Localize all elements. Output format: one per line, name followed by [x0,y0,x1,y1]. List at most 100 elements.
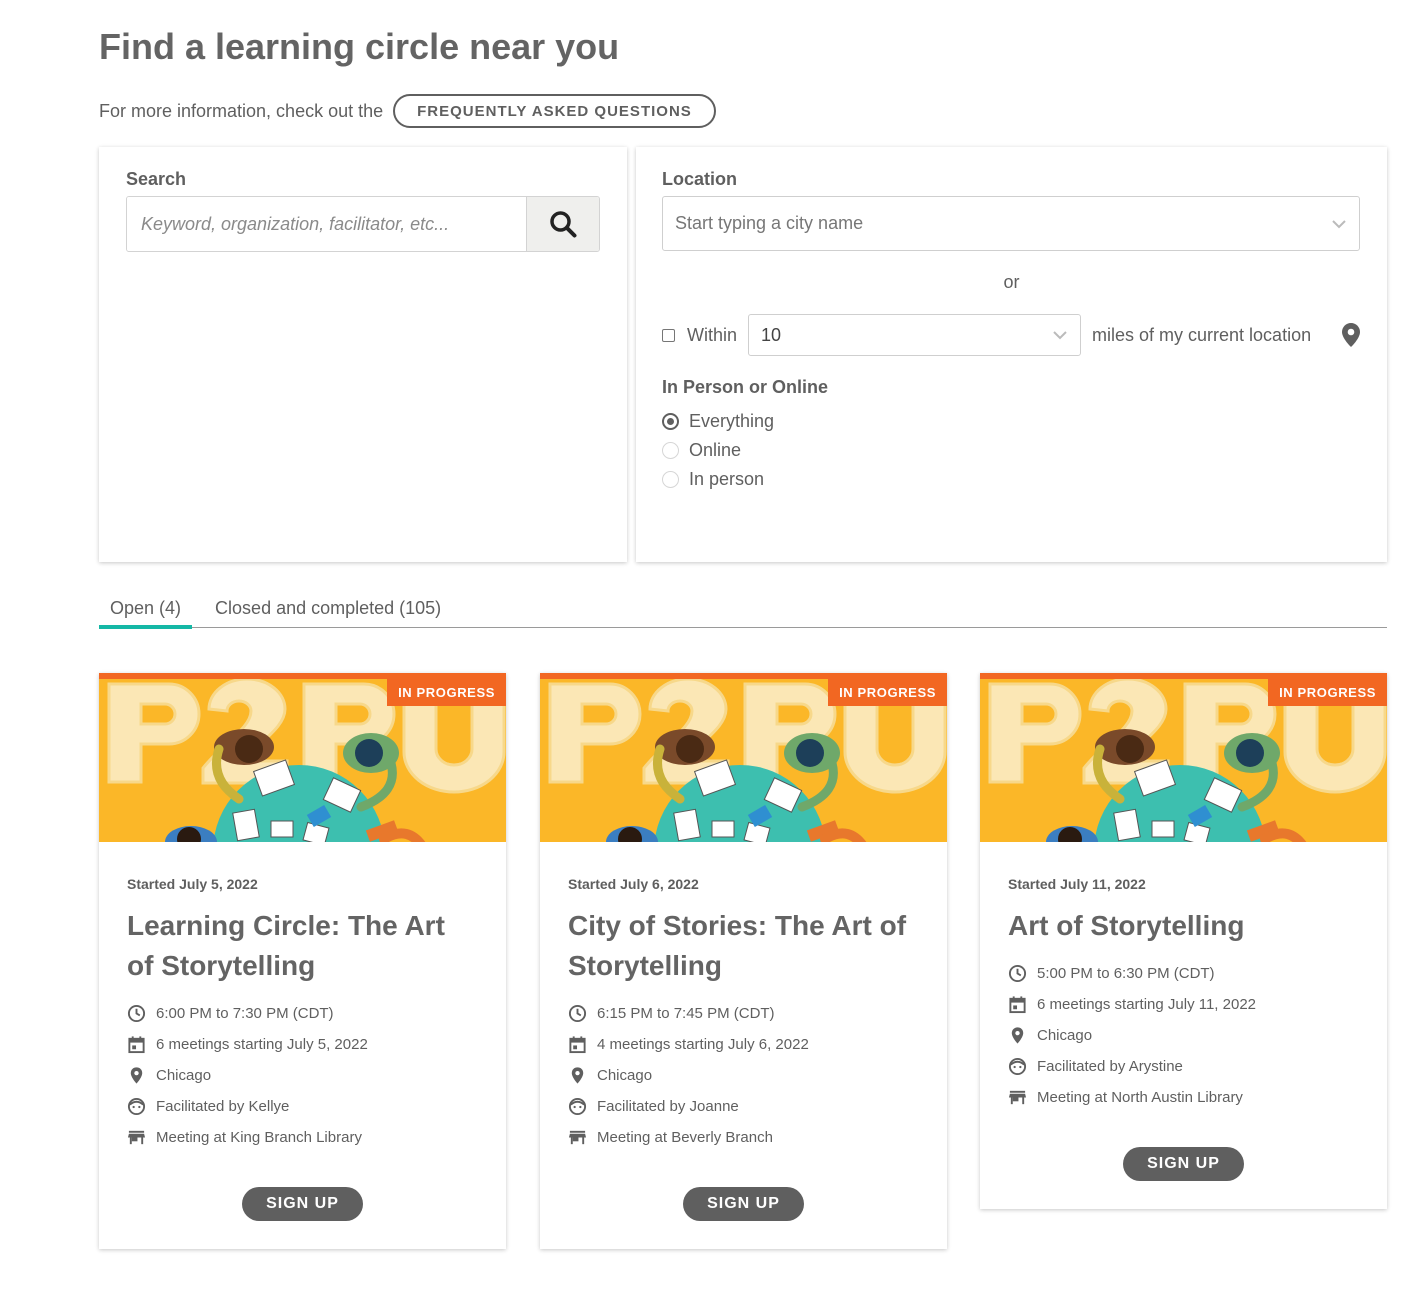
city-text: Chicago [1037,1027,1093,1044]
status-badge: IN PROGRESS [828,679,947,706]
chevron-down-icon [1053,331,1067,340]
radio-button-selected[interactable] [662,413,679,430]
start-date: Started July 5, 2022 [127,876,258,892]
face-icon [127,1097,146,1116]
page-title: Find a learning circle near you [99,26,620,67]
radio-online[interactable]: Online [662,436,774,465]
location-pin-icon [1011,1027,1024,1044]
start-date: Started July 11, 2022 [1008,876,1146,892]
facilitator-text: Facilitated by Arystine [1037,1058,1183,1075]
detail-facilitator: Facilitated by Joanne [568,1091,919,1122]
faq-button[interactable]: FREQUENTLY ASKED QUESTIONS [393,94,716,128]
search-input[interactable] [127,197,526,251]
or-separator: or [1003,272,1020,292]
card-title: Art of Storytelling [1008,910,1245,941]
search-icon [550,211,577,238]
learning-circle-card[interactable]: IN PROGRESS Started July 5, 2022 Learnin… [99,673,506,1249]
meetings-text: 6 meetings starting July 5, 2022 [156,1036,368,1053]
detail-meetings: 4 meetings starting July 6, 2022 [568,1029,919,1060]
location-panel: Location Start typing a city name or Wit… [636,147,1387,562]
store-icon [1008,1090,1027,1105]
calendar-icon [128,1036,145,1054]
clock-icon [127,1004,146,1023]
location-pin-icon[interactable] [1342,323,1360,347]
detail-facilitator: Facilitated by Kellye [127,1091,478,1122]
results-tabs: Open (4) Closed and completed (105) [99,590,1387,629]
card-title: City of Stories: The Art of Storytelling [568,910,907,981]
faq-info-row: For more information, check out the FREQ… [99,94,716,128]
radio-label: Everything [689,411,775,431]
time-text: 6:15 PM to 7:45 PM (CDT) [597,1005,775,1022]
calendar-icon [569,1036,586,1054]
calendar-icon [1009,996,1026,1014]
radio-everything[interactable]: Everything [662,407,774,436]
detail-venue: Meeting at Beverly Branch [568,1122,919,1153]
time-text: 6:00 PM to 7:30 PM (CDT) [156,1005,334,1022]
within-checkbox[interactable] [662,328,675,342]
city-select[interactable]: Start typing a city name [662,196,1360,251]
within-row: Within 10 miles of my current location [662,314,1362,356]
miles-value: 10 [761,324,782,345]
detail-venue: Meeting at King Branch Library [127,1122,478,1153]
city-placeholder: Start typing a city name [675,213,864,233]
status-badge: IN PROGRESS [1268,679,1387,706]
detail-city: Chicago [127,1060,478,1091]
card-title: Learning Circle: The Art of Storytelling [127,910,445,981]
facilitator-text: Facilitated by Kellye [156,1098,290,1115]
location-pin-icon [130,1067,143,1084]
sign-up-button[interactable]: SIGN UP [242,1187,363,1221]
tab-closed-completed[interactable]: Closed and completed (105) [204,590,452,627]
search-box [126,196,600,252]
detail-time: 6:00 PM to 7:30 PM (CDT) [127,998,478,1029]
detail-meetings: 6 meetings starting July 11, 2022 [1008,989,1359,1020]
sign-up-button[interactable]: SIGN UP [1123,1147,1244,1181]
location-pin-icon [571,1067,584,1084]
face-icon [568,1097,587,1116]
radio-label: In person [689,469,765,489]
city-text: Chicago [597,1067,653,1084]
meetings-text: 6 meetings starting July 11, 2022 [1037,996,1257,1013]
card-banner-image: IN PROGRESS [980,673,1387,842]
clock-icon [1008,964,1027,983]
learning-circle-card[interactable]: IN PROGRESS Started July 11, 2022 Art of… [980,673,1387,1209]
start-date: Started July 6, 2022 [568,876,699,892]
search-button[interactable] [526,197,599,251]
detail-city: Chicago [1008,1020,1359,1051]
clock-icon [568,1004,587,1023]
venue-text: Meeting at Beverly Branch [597,1129,773,1146]
search-panel: Search [99,147,627,562]
radio-button[interactable] [662,471,679,488]
detail-facilitator: Facilitated by Arystine [1008,1051,1359,1082]
learning-circle-card[interactable]: IN PROGRESS Started July 6, 2022 City of… [540,673,947,1249]
radio-button[interactable] [662,442,679,459]
venue-text: Meeting at King Branch Library [156,1129,362,1146]
chevron-down-icon [1332,219,1346,228]
card-banner-image: IN PROGRESS [99,673,506,842]
faq-info-text: For more information, check out the [99,100,384,121]
miles-select[interactable]: 10 [748,314,1082,356]
time-text: 5:00 PM to 6:30 PM (CDT) [1037,965,1215,982]
store-icon [568,1130,587,1145]
tab-open[interactable]: Open (4) [99,590,193,629]
meetings-text: 4 meetings starting July 6, 2022 [597,1036,809,1053]
miles-suffix: miles of my current location [1092,324,1312,345]
card-banner-image: IN PROGRESS [540,673,947,842]
detail-venue: Meeting at North Austin Library [1008,1082,1359,1113]
radio-in-person[interactable]: In person [662,465,774,494]
location-label: Location [662,169,737,189]
city-text: Chicago [156,1067,212,1084]
facilitator-text: Facilitated by Joanne [597,1098,739,1115]
detail-time: 5:00 PM to 6:30 PM (CDT) [1008,958,1359,989]
face-icon [1008,1057,1027,1076]
sign-up-button[interactable]: SIGN UP [683,1187,804,1221]
detail-time: 6:15 PM to 7:45 PM (CDT) [568,998,919,1029]
search-label: Search [126,169,187,189]
venue-text: Meeting at North Austin Library [1037,1089,1243,1106]
status-badge: IN PROGRESS [387,679,506,706]
mode-radio-group: Everything Online In person [662,407,774,494]
within-label: Within [687,324,738,345]
mode-label: In Person or Online [662,377,829,397]
detail-meetings: 6 meetings starting July 5, 2022 [127,1029,478,1060]
store-icon [127,1130,146,1145]
radio-label: Online [689,440,742,460]
